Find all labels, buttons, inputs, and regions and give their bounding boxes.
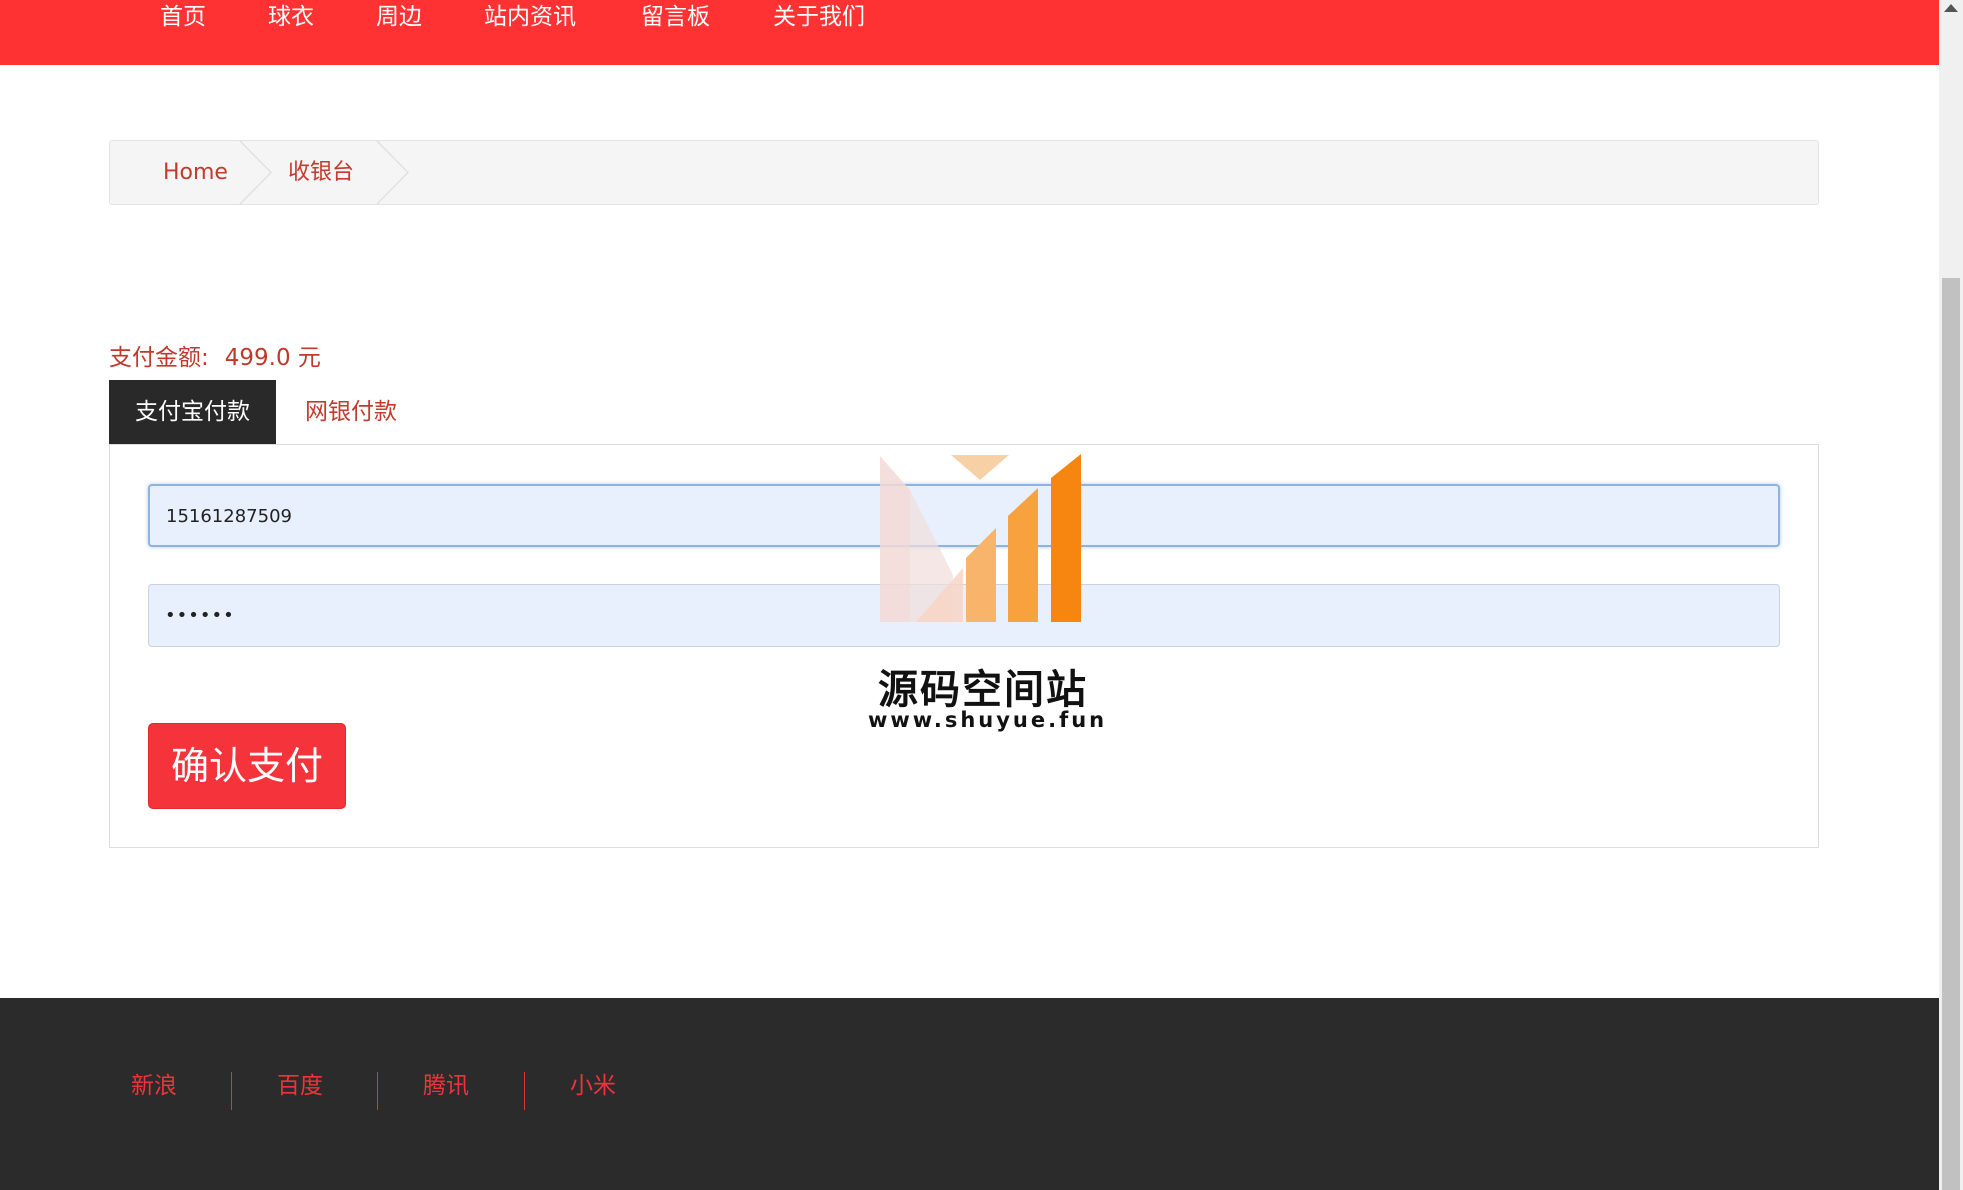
- footer-separator: [377, 1072, 378, 1110]
- footer-link-sina[interactable]: 新浪: [131, 1066, 177, 1106]
- payment-amount-label: 支付金额:: [109, 345, 209, 371]
- tab-online-banking[interactable]: 网银付款: [285, 380, 417, 445]
- footer-link-baidu[interactable]: 百度: [277, 1066, 323, 1106]
- breadcrumb-separator-icon: [239, 141, 273, 204]
- payment-amount: 支付金额: 499.0 元: [109, 340, 321, 376]
- nav-item-home[interactable]: 首页: [160, 0, 206, 36]
- footer-separator: [524, 1072, 525, 1110]
- nav-item-about[interactable]: 关于我们: [773, 0, 865, 36]
- page: 首页 球衣 周边 站内资讯 留言板 关于我们 Home 收银台 支付金额: 499…: [0, 0, 1963, 1190]
- vertical-scrollbar[interactable]: [1939, 0, 1963, 1190]
- top-nav-bar: 首页 球衣 周边 站内资讯 留言板 关于我们: [0, 0, 1939, 65]
- confirm-payment-button[interactable]: 确认支付: [148, 723, 346, 809]
- breadcrumb-home-link[interactable]: Home: [163, 141, 228, 204]
- footer-link-xiaomi[interactable]: 小米: [570, 1066, 616, 1106]
- password-input[interactable]: ••••••: [148, 584, 1780, 647]
- payment-form-panel: 15161287509 •••••• 确认支付: [109, 444, 1819, 848]
- breadcrumb-separator-icon: [376, 141, 410, 204]
- nav-item-news[interactable]: 站内资讯: [484, 0, 576, 36]
- nav-item-message-board[interactable]: 留言板: [641, 0, 710, 36]
- nav-item-merch[interactable]: 周边: [376, 0, 422, 36]
- footer-separator: [231, 1072, 232, 1110]
- scrollbar-thumb[interactable]: [1942, 278, 1960, 1190]
- footer: 新浪 百度 腾讯 小米: [0, 998, 1939, 1190]
- footer-link-tencent[interactable]: 腾讯: [423, 1066, 469, 1106]
- tab-alipay[interactable]: 支付宝付款: [109, 380, 276, 445]
- breadcrumb-current[interactable]: 收银台: [288, 141, 354, 204]
- nav-item-jerseys[interactable]: 球衣: [268, 0, 314, 36]
- scroll-up-arrow-icon[interactable]: [1944, 4, 1958, 12]
- account-input[interactable]: 15161287509: [148, 484, 1780, 547]
- payment-amount-value: 499.0 元: [224, 345, 321, 371]
- breadcrumb: Home 收银台: [109, 140, 1819, 205]
